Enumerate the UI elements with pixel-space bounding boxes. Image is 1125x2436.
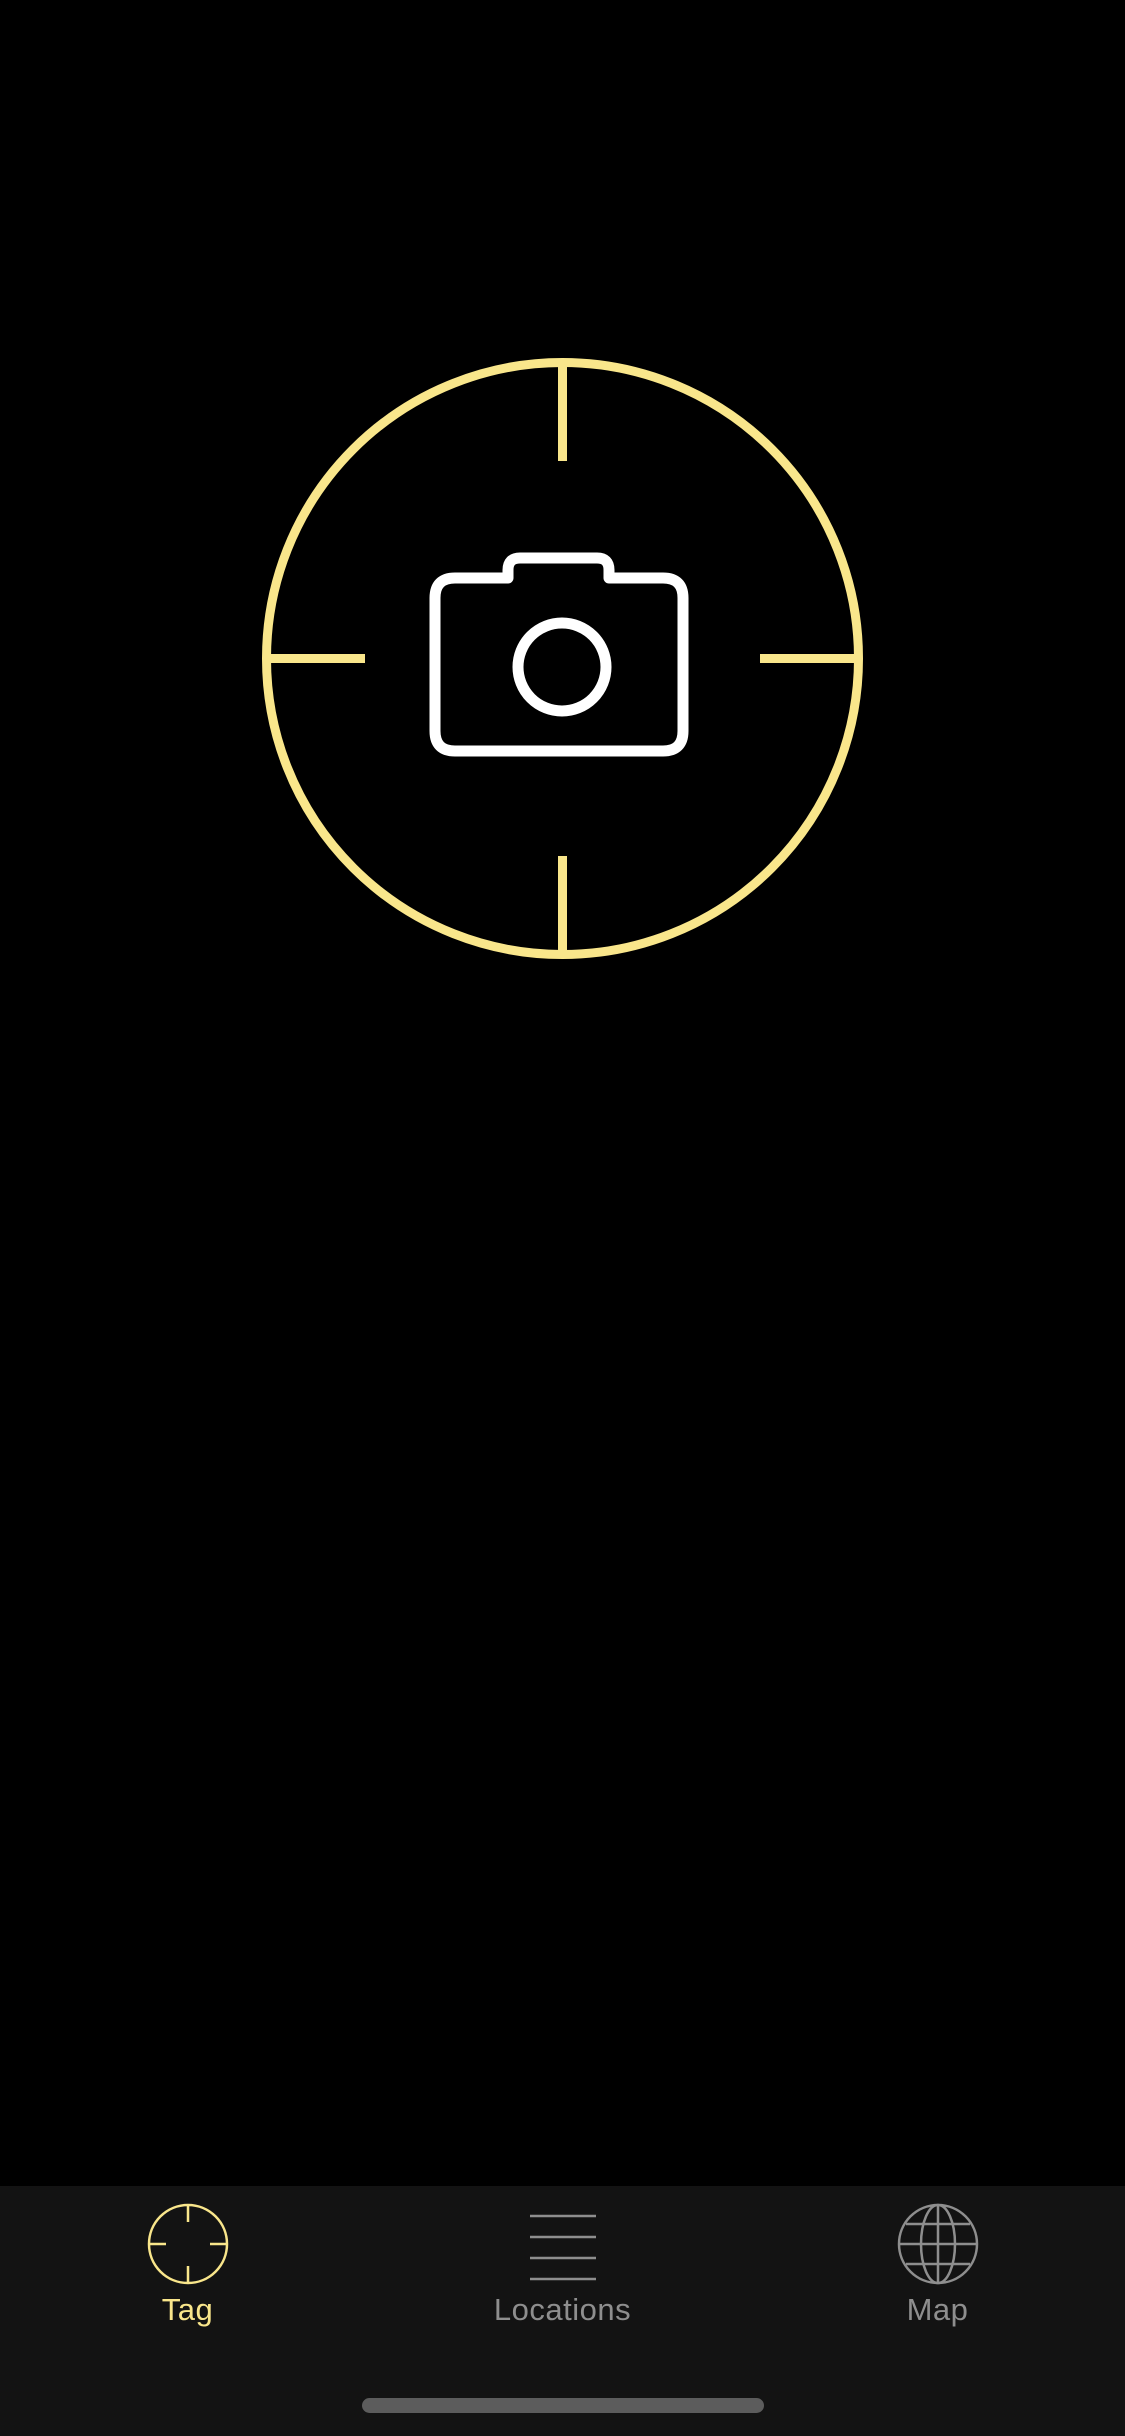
crosshair-icon [147,2203,229,2285]
home-indicator[interactable] [362,2398,764,2413]
tag-location-button[interactable] [260,356,865,961]
tab-map[interactable]: Map [750,2186,1125,2356]
tab-locations[interactable]: Locations [375,2186,750,2356]
globe-icon [897,2203,979,2285]
tab-map-label: Map [906,2292,969,2327]
list-icon [530,2214,596,2281]
tab-locations-label: Locations [493,2292,632,2327]
tab-tag-label: Tag [161,2292,214,2327]
camera-icon [429,552,689,757]
tab-tag[interactable]: Tag [0,2186,375,2356]
main-view [0,0,1125,2186]
